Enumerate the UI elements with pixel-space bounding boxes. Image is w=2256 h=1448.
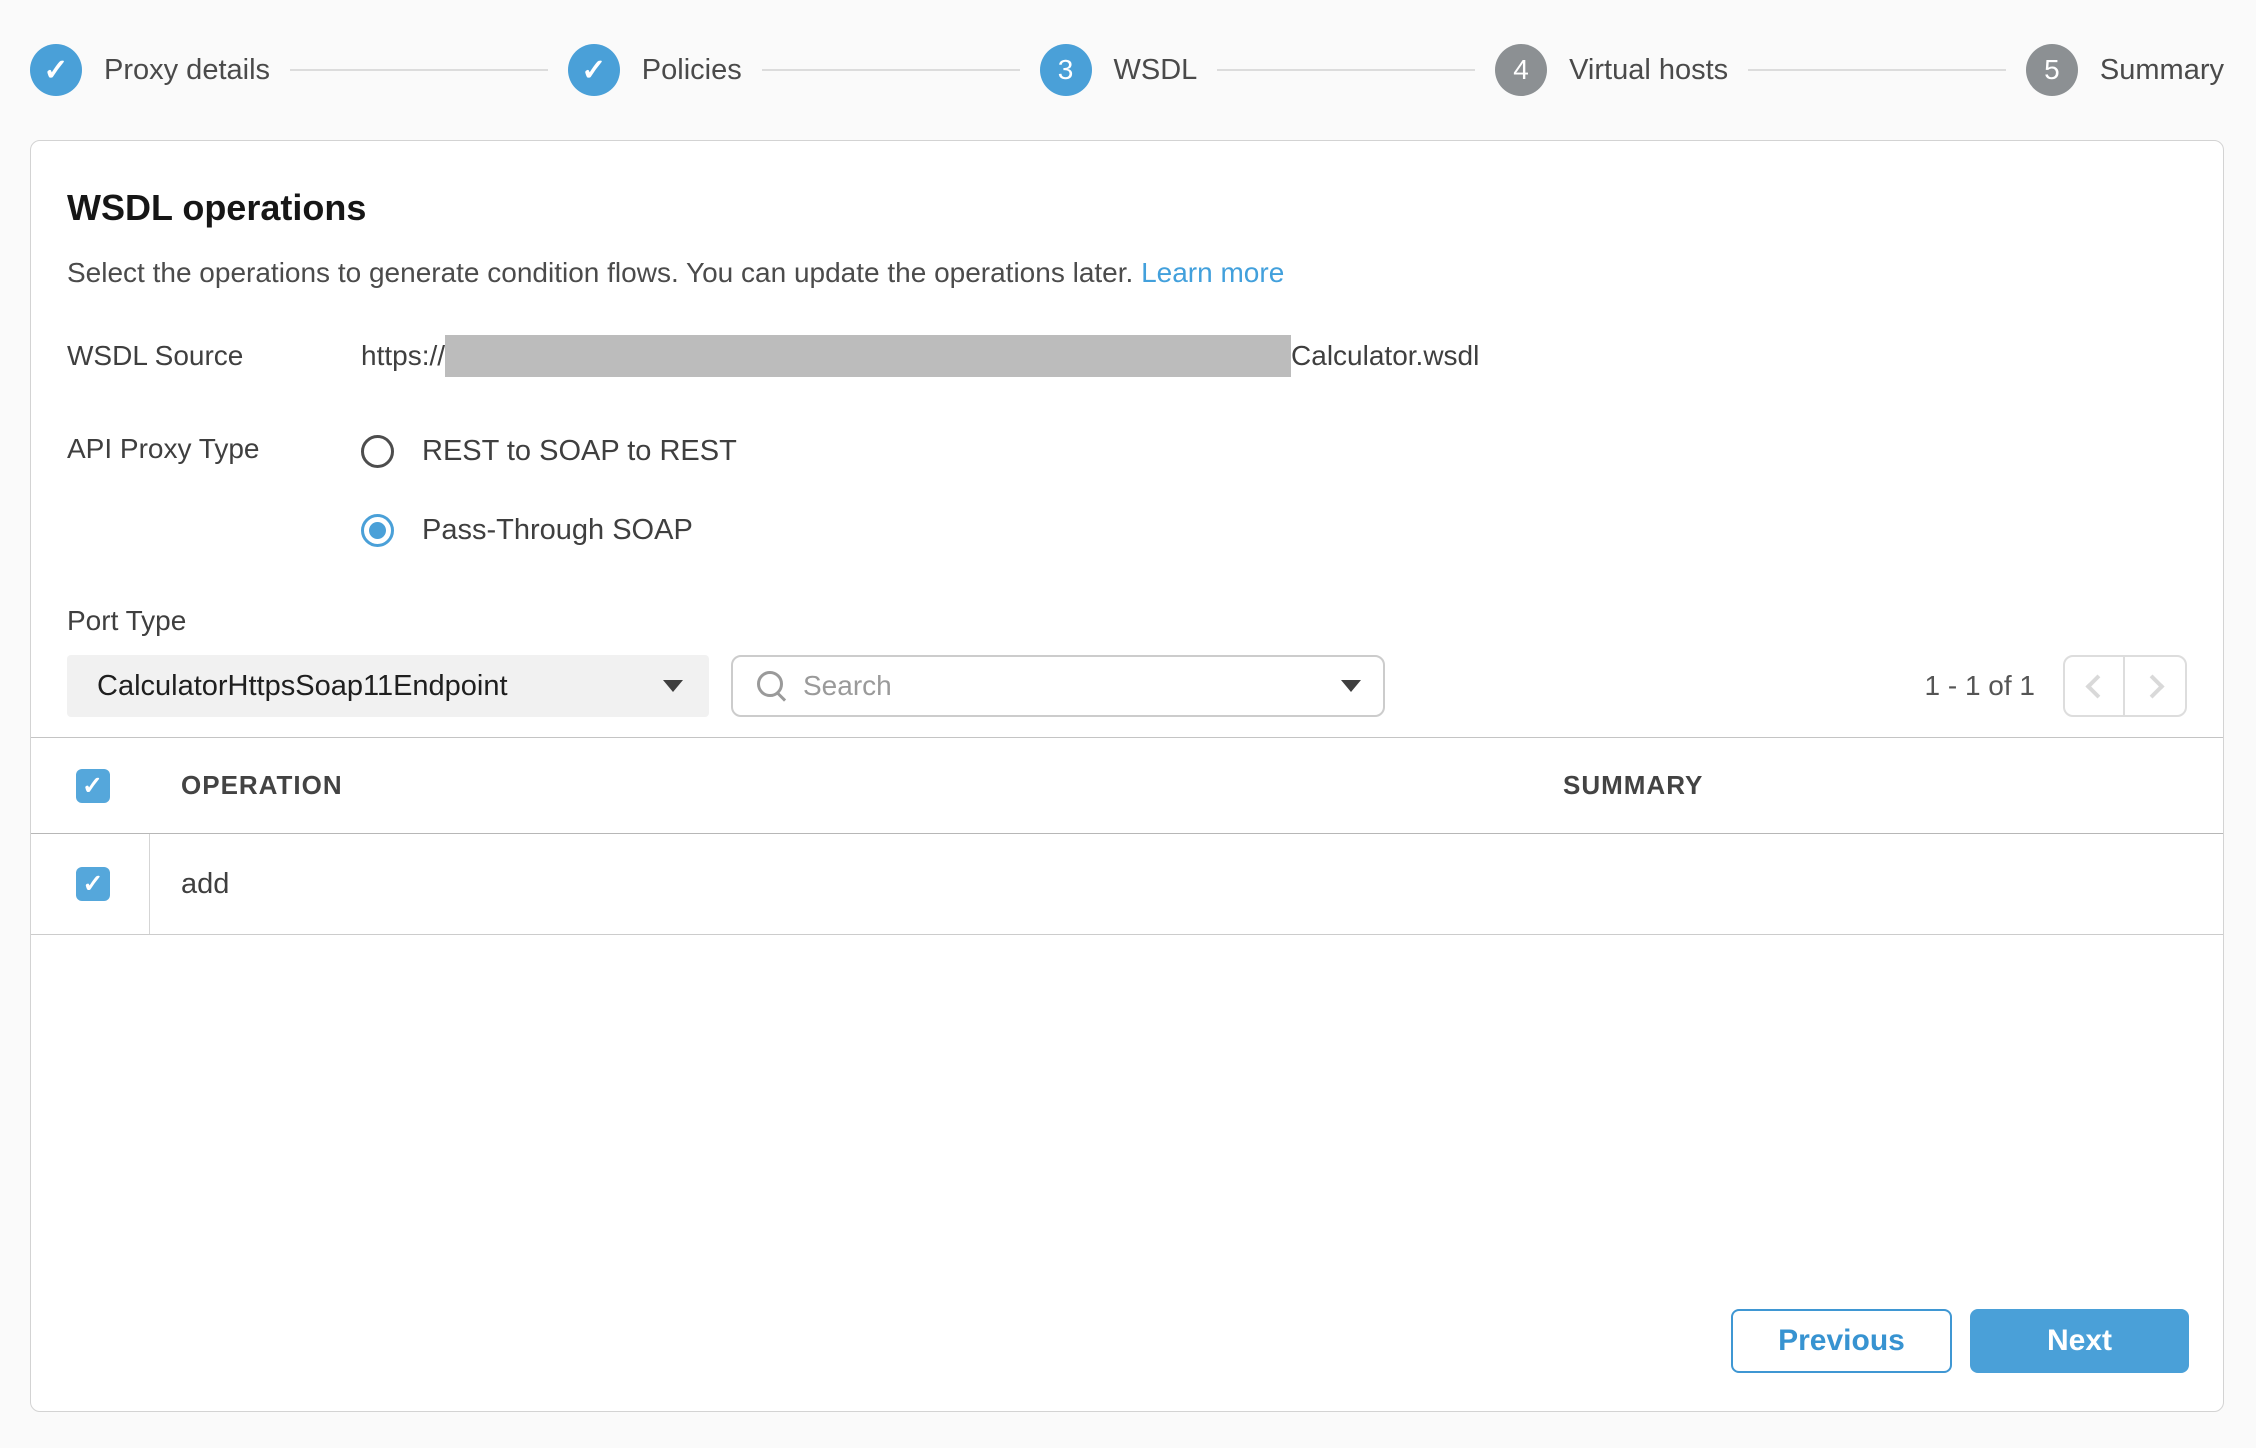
step-label: Summary [2100, 54, 2224, 87]
search-input[interactable] [803, 670, 1341, 702]
wsdl-source-label: WSDL Source [67, 340, 361, 372]
row-checkbox[interactable]: ✓ [76, 867, 110, 901]
step-label: Virtual hosts [1569, 54, 1728, 87]
step-label: WSDL [1114, 54, 1198, 87]
learn-more-link[interactable]: Learn more [1141, 257, 1284, 288]
row-check-cell: ✓ [31, 834, 150, 934]
wsdl-operations-panel: WSDL operations Select the operations to… [30, 140, 2224, 1412]
radio-pass-through-soap[interactable]: Pass-Through SOAP [361, 514, 737, 547]
radio-rest-to-soap-to-rest[interactable]: REST to SOAP to REST [361, 435, 737, 468]
select-all-checkbox[interactable]: ✓ [76, 769, 110, 803]
previous-button[interactable]: Previous [1731, 1309, 1952, 1373]
page-title: WSDL operations [67, 187, 2187, 229]
search-icon [755, 669, 789, 703]
operation-column-header: OPERATION [150, 770, 1563, 801]
port-type-dropdown[interactable]: CalculatorHttpsSoap11Endpoint [67, 655, 709, 717]
wsdl-source-filename: Calculator.wsdl [1291, 340, 1479, 372]
step-wsdl[interactable]: 3 WSDL [1040, 44, 1198, 96]
step-connector [762, 69, 1020, 71]
description-text: Select the operations to generate condit… [67, 257, 1133, 288]
step-label: Proxy details [104, 54, 270, 87]
wsdl-source-row: WSDL Source https:// Calculator.wsdl [67, 335, 2187, 377]
page-description: Select the operations to generate condit… [67, 257, 2187, 289]
wsdl-source-value: https:// Calculator.wsdl [361, 335, 1479, 377]
step-done-icon: ✓ [30, 44, 82, 96]
chevron-left-icon [2085, 674, 2109, 698]
summary-column-header: SUMMARY [1563, 770, 2223, 801]
port-type-selected-value: CalculatorHttpsSoap11Endpoint [97, 670, 508, 703]
api-proxy-type-row: API Proxy Type REST to SOAP to REST Pass… [67, 433, 2187, 547]
step-label: Policies [642, 54, 742, 87]
redacted-url-bar [445, 335, 1291, 377]
controls-row: CalculatorHttpsSoap11Endpoint 1 - 1 of 1 [67, 655, 2187, 717]
step-number-badge: 5 [2026, 44, 2078, 96]
chevron-right-icon [2140, 674, 2164, 698]
step-proxy-details[interactable]: ✓ Proxy details [30, 44, 270, 96]
step-policies[interactable]: ✓ Policies [568, 44, 742, 96]
check-icon: ✓ [83, 869, 104, 899]
step-number-badge: 3 [1040, 44, 1092, 96]
step-number: 5 [2044, 54, 2060, 86]
check-icon: ✓ [581, 53, 606, 88]
search-box [731, 655, 1385, 717]
step-number: 3 [1058, 54, 1074, 86]
header-check-cell: ✓ [31, 769, 150, 803]
step-summary[interactable]: 5 Summary [2026, 44, 2224, 96]
radio-dot [369, 522, 386, 539]
port-type-label: Port Type [67, 605, 2187, 637]
check-icon: ✓ [82, 771, 104, 801]
next-button[interactable]: Next [1970, 1309, 2189, 1373]
radio-unselected-icon [361, 435, 394, 468]
step-done-icon: ✓ [568, 44, 620, 96]
radio-label: Pass-Through SOAP [422, 514, 693, 547]
step-connector [1748, 69, 2006, 71]
chevron-down-icon[interactable] [1341, 680, 1361, 692]
footer-buttons: Previous Next [1731, 1309, 2189, 1373]
pager-buttons [2063, 655, 2187, 717]
table-row[interactable]: ✓ add [31, 834, 2223, 935]
step-connector [1217, 69, 1475, 71]
wsdl-source-scheme: https:// [361, 340, 445, 372]
wizard-stepper: ✓ Proxy details ✓ Policies 3 WSDL 4 Virt… [30, 44, 2224, 96]
pagination: 1 - 1 of 1 [1924, 655, 2187, 717]
api-proxy-type-options: REST to SOAP to REST Pass-Through SOAP [361, 433, 737, 547]
pagination-range: 1 - 1 of 1 [1924, 670, 2035, 702]
operation-cell: add [150, 868, 1563, 901]
step-number-badge: 4 [1495, 44, 1547, 96]
chevron-down-icon [663, 680, 683, 692]
step-virtual-hosts[interactable]: 4 Virtual hosts [1495, 44, 1728, 96]
check-icon: ✓ [43, 53, 68, 88]
table-header-row: ✓ OPERATION SUMMARY [31, 738, 2223, 834]
operations-table: ✓ OPERATION SUMMARY ✓ add [31, 737, 2223, 935]
radio-label: REST to SOAP to REST [422, 435, 737, 468]
step-number: 4 [1513, 54, 1529, 86]
prev-page-button[interactable] [2065, 657, 2125, 715]
next-page-button[interactable] [2125, 657, 2185, 715]
step-connector [290, 69, 548, 71]
api-proxy-type-label: API Proxy Type [67, 433, 361, 465]
radio-selected-icon [361, 514, 394, 547]
